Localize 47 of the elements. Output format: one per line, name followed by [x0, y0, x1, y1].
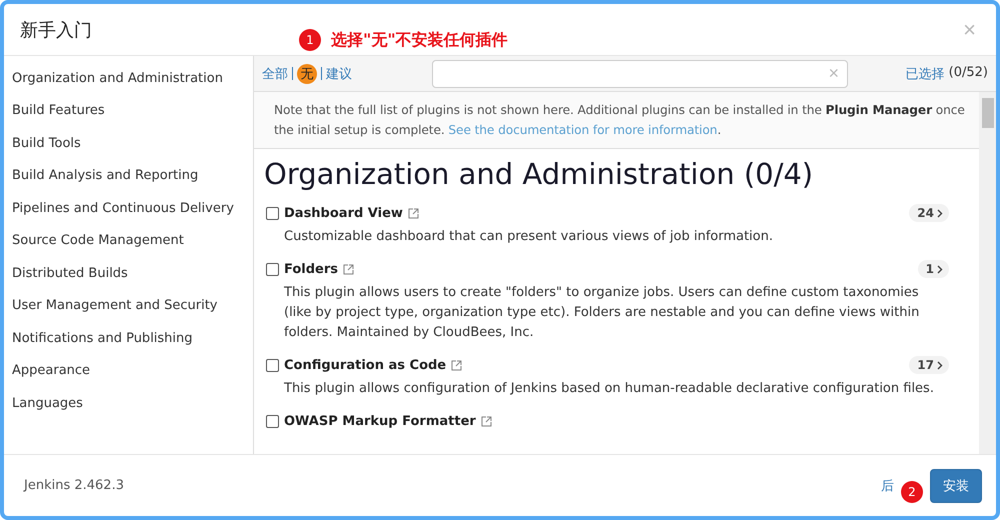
install-button[interactable]: 安装	[930, 468, 982, 502]
filter-link[interactable]: 全部	[262, 64, 288, 82]
plugin-checkbox[interactable]	[266, 262, 279, 276]
plugin-name: OWASP Markup Formatter	[284, 414, 476, 428]
dependency-count[interactable]: 24	[909, 204, 949, 222]
plugin-description: Customizable dashboard that can present various views of job information.	[284, 228, 774, 246]
notice-text: Note that the full list of plugins is not shown here. Additional plugins can be installed in the Plugin Manager once the initial setup is complete. See the documentation for more information.	[254, 92, 979, 149]
dependency-count[interactable]: 1	[918, 260, 949, 278]
category-item[interactable]: Build Analysis and Reporting	[4, 160, 253, 192]
section-heading: Organization and Administration (0/4)	[264, 157, 814, 191]
step-badge: 2	[901, 481, 923, 503]
chevron-right-icon	[937, 360, 943, 370]
dependency-count[interactable]: 17	[909, 356, 949, 374]
category-item[interactable]: Source Code Management	[4, 224, 253, 257]
plugin-name: Configuration as Code	[284, 358, 446, 372]
scrollbar[interactable]	[979, 92, 996, 454]
external-link-icon[interactable]	[480, 416, 492, 426]
plugin-description: This plugin allows configuration of Jenkins based on human-readable declarative configuration files.	[284, 380, 935, 398]
dialog-title: 新手入门	[20, 18, 92, 42]
external-link-icon[interactable]	[451, 360, 462, 370]
plugin-checkbox[interactable]	[266, 358, 279, 372]
plugin-description: This plugin allows users to create "folders" to organize jobs. Users can define custom taxonomies (like by project type, organization type etc). Folders are nestable and you can define views within folders. Maintained by CloudBees, Inc.	[284, 284, 920, 342]
category-item[interactable]: Languages	[4, 387, 253, 420]
plugin-name: Dashboard View	[284, 206, 403, 220]
category-item[interactable]: Distributed Builds	[4, 257, 253, 290]
step-badge: 1	[299, 29, 321, 51]
plugin-checkbox[interactable]	[266, 206, 279, 220]
chevron-right-icon	[937, 208, 943, 218]
category-item[interactable]: Notifications and Publishing	[4, 322, 253, 354]
version-text: Jenkins 2.462.3	[24, 478, 124, 493]
category-item[interactable]: Build Features	[4, 94, 253, 127]
filter-link[interactable]: 无	[297, 64, 317, 84]
category-item[interactable]: Build Tools	[4, 127, 253, 160]
plugin-checkbox[interactable]	[266, 414, 279, 428]
filter-link[interactable]: 建议	[326, 64, 352, 82]
chevron-right-icon	[937, 264, 943, 274]
external-link-icon[interactable]	[408, 208, 419, 218]
plugin-name: Folders	[284, 262, 338, 276]
category-item[interactable]: Organization and Administration	[4, 62, 253, 94]
selected-link[interactable]: 已选择	[906, 64, 945, 82]
category-item[interactable]: User Management and Security	[4, 290, 253, 322]
selected-count: (0/52)	[948, 64, 988, 82]
external-link-icon[interactable]	[343, 264, 354, 274]
back-link[interactable]: 后	[881, 476, 894, 494]
annotation-text: 选择"无"不安装任何插件	[331, 30, 508, 51]
category-item[interactable]: Pipelines and Continuous Delivery	[4, 192, 253, 224]
category-item[interactable]: Appearance	[4, 354, 253, 387]
